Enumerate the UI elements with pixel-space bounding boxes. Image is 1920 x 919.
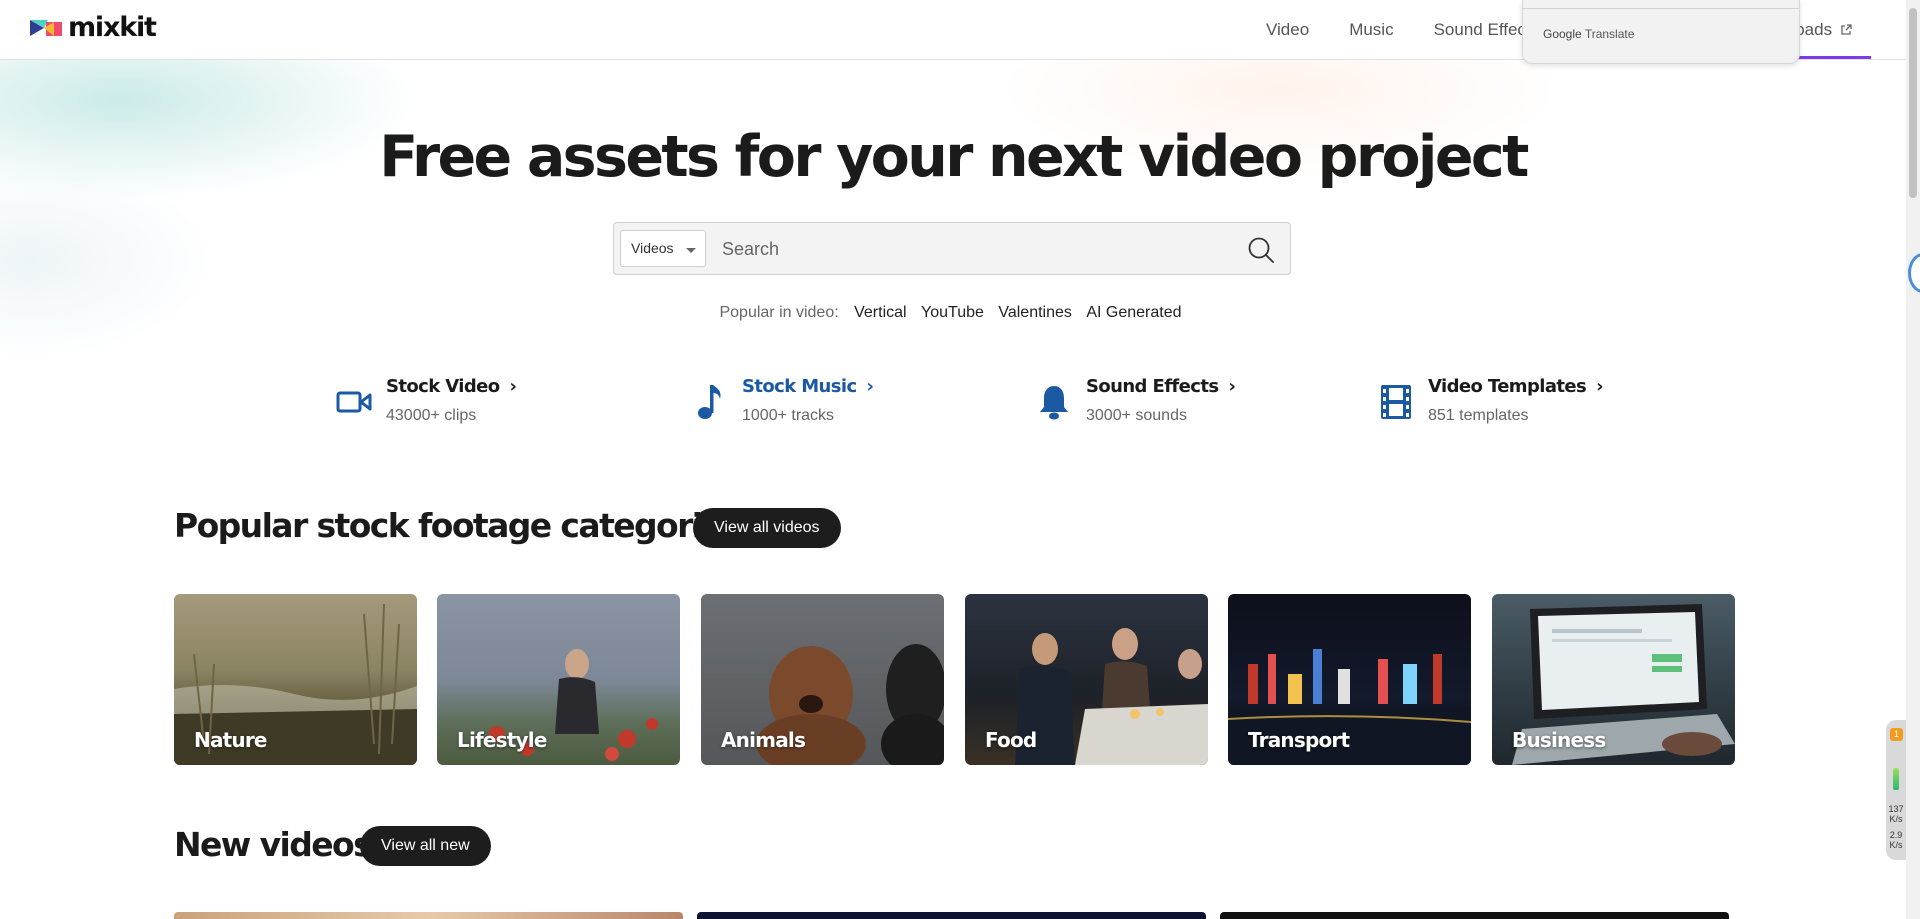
category-subtitle: 43000+ clips xyxy=(386,407,477,424)
search-category-select[interactable]: Videos xyxy=(620,230,706,267)
category-subtitle: 851 templates xyxy=(1428,407,1529,424)
category-title: Video Templates › xyxy=(1428,376,1604,397)
popup-divider xyxy=(1523,8,1799,9)
film-strip-icon xyxy=(1376,382,1416,422)
category-subtitle: 3000+ sounds xyxy=(1086,407,1187,424)
external-link-icon xyxy=(1841,24,1852,35)
hero-background xyxy=(0,60,1906,380)
category-sound-effects[interactable]: Sound Effects › 3000+ sounds xyxy=(1034,376,1236,425)
translate-text: Translate xyxy=(1584,27,1635,41)
popular-tag[interactable]: Vertical xyxy=(854,304,906,321)
nav-video[interactable]: Video xyxy=(1266,20,1309,40)
category-card-business[interactable]: Business xyxy=(1492,594,1735,765)
category-card-transport[interactable]: Transport xyxy=(1228,594,1471,765)
new-video-thumb[interactable] xyxy=(174,912,683,919)
logo-text: mixkit xyxy=(68,12,157,43)
popular-tag[interactable]: YouTube xyxy=(921,304,984,321)
category-card-food[interactable]: Food xyxy=(965,594,1208,765)
category-stock-music[interactable]: Stock Music › 1000+ tracks xyxy=(690,376,874,425)
network-speed-widget[interactable]: 1 137 K/s 2.9 K/s xyxy=(1886,720,1906,860)
new-video-thumb[interactable] xyxy=(1220,912,1729,919)
download-speed: 137 K/s xyxy=(1888,804,1904,824)
nav-music[interactable]: Music xyxy=(1349,20,1393,40)
speed-meter-bar xyxy=(1893,768,1899,790)
nav-sound-effects[interactable]: Sound Effect xyxy=(1434,20,1531,40)
google-brand: Google xyxy=(1543,27,1582,41)
mixkit-logo[interactable]: mixkit xyxy=(30,12,157,43)
caret-down-icon xyxy=(686,248,696,253)
new-videos-title: New videos xyxy=(174,825,373,864)
category-card-animals[interactable]: Animals xyxy=(701,594,944,765)
search-category-value: Videos xyxy=(631,240,674,256)
bell-icon xyxy=(1034,382,1074,422)
card-label: Lifestyle xyxy=(457,728,547,752)
popular-tag[interactable]: Valentines xyxy=(998,304,1072,321)
category-stock-video[interactable]: Stock Video › 43000+ clips xyxy=(334,376,517,425)
music-note-icon xyxy=(690,382,730,422)
category-title: Stock Video › xyxy=(386,376,517,397)
search-box: Videos xyxy=(613,222,1291,275)
chevron-right-icon: › xyxy=(509,376,517,397)
popular-categories-title: Popular stock footage categories xyxy=(174,506,742,545)
hero-title: Free assets for your next video project xyxy=(379,124,1529,190)
chevron-right-icon: › xyxy=(1596,376,1603,397)
popular-tag[interactable]: AI Generated xyxy=(1086,304,1181,321)
video-camera-icon xyxy=(334,382,374,422)
popular-label: Popular in video: xyxy=(719,304,839,321)
new-video-thumb[interactable] xyxy=(697,912,1206,919)
chevron-right-icon: › xyxy=(866,376,874,397)
chevron-right-icon: › xyxy=(1228,376,1236,397)
category-subtitle: 1000+ tracks xyxy=(742,407,835,424)
scrollbar-thumb[interactable] xyxy=(1909,8,1917,198)
category-card-lifestyle[interactable]: Lifestyle xyxy=(437,594,680,765)
card-label: Business xyxy=(1512,728,1606,752)
category-title: Sound Effects › xyxy=(1086,376,1236,397)
card-label: Animals xyxy=(721,728,806,752)
category-title: Stock Music › xyxy=(742,376,874,397)
search-input[interactable] xyxy=(722,232,1222,266)
card-label: Food xyxy=(985,728,1037,752)
category-card-nature[interactable]: Nature xyxy=(174,594,417,765)
logo-mark-icon xyxy=(30,20,62,36)
page-scrollbar[interactable] xyxy=(1906,0,1920,919)
popular-searches: Popular in video: Vertical YouTube Valen… xyxy=(0,304,1906,322)
search-icon[interactable] xyxy=(1246,235,1276,265)
notification-badge: 1 xyxy=(1890,728,1903,741)
category-video-templates[interactable]: Video Templates › 851 templates xyxy=(1376,376,1604,425)
view-all-videos-button[interactable]: View all videos xyxy=(693,508,841,548)
card-label: Transport xyxy=(1248,728,1350,752)
google-translate-popup[interactable]: Google Translate xyxy=(1522,0,1800,64)
view-all-new-button[interactable]: View all new xyxy=(360,826,491,866)
card-label: Nature xyxy=(194,728,267,752)
google-translate-label: Google Translate xyxy=(1543,27,1634,41)
upload-speed: 2.9 K/s xyxy=(1889,830,1903,850)
